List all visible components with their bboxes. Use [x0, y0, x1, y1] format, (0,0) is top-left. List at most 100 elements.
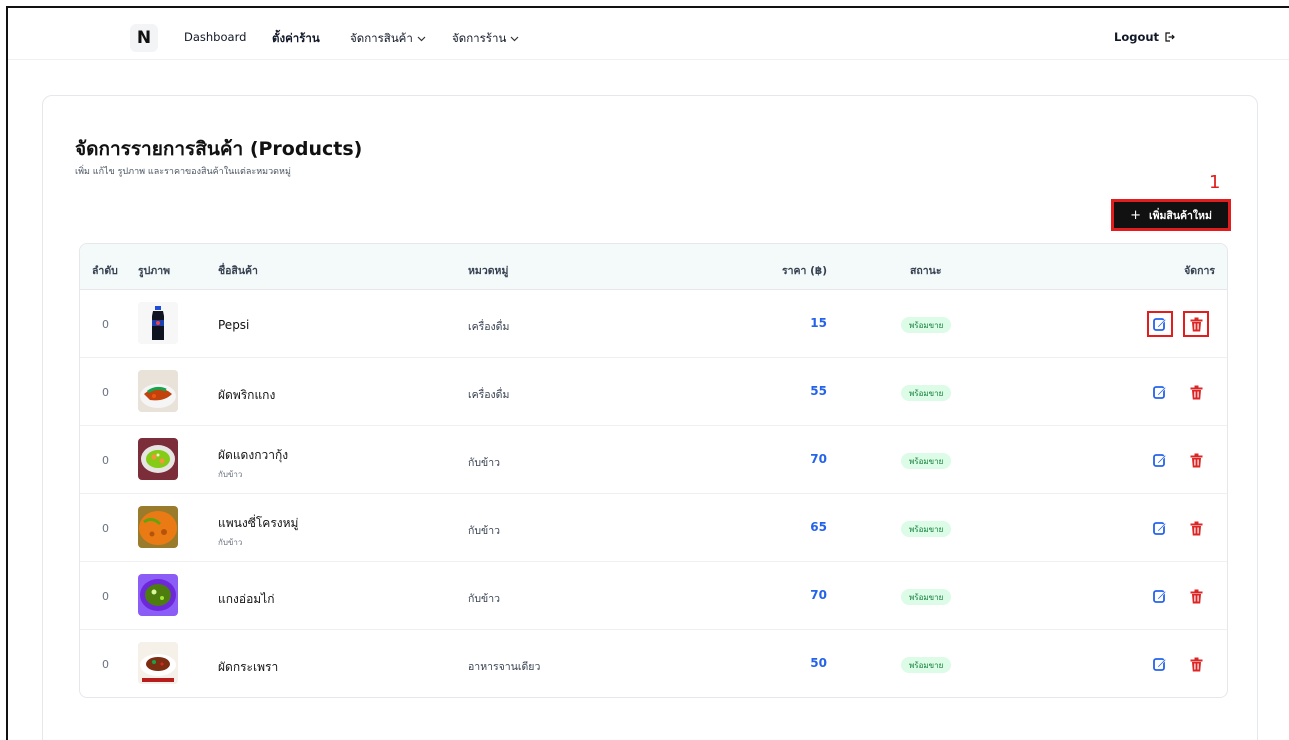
- logout-icon: [1163, 31, 1175, 43]
- edit-button[interactable]: [1150, 450, 1170, 470]
- table-row: 0 ผัดกระเพรา อาหารจานเดียว 50 พร้อมขาย: [80, 630, 1227, 697]
- product-thumbnail: [138, 574, 178, 616]
- product-thumbnail: [138, 370, 178, 412]
- product-category: อาหารจานเดียว: [468, 661, 541, 673]
- product-name-cell: Pepsi: [218, 318, 249, 332]
- edit-button[interactable]: [1150, 382, 1170, 402]
- col-header-image: รูปภาพ: [138, 265, 171, 277]
- product-category: เครื่องดื่ม: [468, 389, 510, 401]
- products-table: ลำดับ รูปภาพ ชื่อสินค้า หมวดหมู่ ราคา (฿…: [79, 243, 1228, 698]
- edit-icon: [1153, 590, 1167, 603]
- product-category: กับข้าว: [468, 593, 500, 605]
- col-header-index: ลำดับ: [92, 265, 118, 277]
- annotation-marker-1: 1: [1209, 172, 1221, 193]
- product-thumbnail: [138, 642, 178, 684]
- product-name-cell: ผัดกระเพรา: [218, 658, 278, 677]
- row-index: 0: [102, 318, 109, 331]
- page-subtitle: เพิ่ม แก้ไข รูปภาพ และราคาของสินค้าในแต่…: [75, 167, 291, 177]
- product-subcategory: กับข้าว: [218, 538, 243, 547]
- products-card: จัดการรายการสินค้า (Products) เพิ่ม แก้ไ…: [42, 95, 1258, 740]
- nav-store-settings-label: ตั้งค่าร้าน: [272, 31, 320, 45]
- table-header: ลำดับ รูปภาพ ชื่อสินค้า หมวดหมู่ ราคา (฿…: [80, 244, 1227, 290]
- chevron-down-icon: [510, 36, 519, 42]
- product-name: ผัดกระเพรา: [218, 660, 279, 674]
- delete-button[interactable]: [1186, 450, 1206, 470]
- product-thumbnail: [138, 438, 178, 480]
- col-header-price: ราคา (฿): [781, 265, 827, 277]
- product-category: กับข้าว: [468, 457, 500, 469]
- nav-dashboard[interactable]: Dashboard: [184, 30, 246, 44]
- nav-manage-store[interactable]: จัดการร้าน: [452, 30, 519, 48]
- table-row: 0 แพนงซี่โครงหมู่ กับข้าว กับข้าว 65 พร้…: [80, 494, 1227, 562]
- product-thumbnail: [138, 506, 178, 548]
- product-price: 55: [810, 384, 827, 398]
- table-row: 0 ผัดแดงกวากุ้ง กับข้าว กับข้าว 70 พร้อม…: [80, 426, 1227, 494]
- product-name-cell: ผัดพริกแกง: [218, 386, 275, 405]
- app-window: N Dashboard ตั้งค่าร้าน จัดการสินค้า จัด…: [6, 6, 1289, 740]
- row-index: 0: [102, 386, 109, 399]
- nav-manage-products-label: จัดการสินค้า: [350, 31, 413, 45]
- product-thumbnail: [138, 302, 178, 344]
- nav-dashboard-label: Dashboard: [184, 30, 247, 44]
- edit-icon: [1153, 318, 1167, 331]
- edit-button[interactable]: [1147, 311, 1173, 337]
- product-name: แพนงซี่โครงหมู่: [218, 516, 299, 530]
- trash-icon: [1190, 657, 1202, 671]
- delete-button[interactable]: [1186, 518, 1206, 538]
- col-header-actions: จัดการ: [1184, 265, 1215, 277]
- trash-icon: [1190, 521, 1202, 535]
- edit-icon: [1153, 522, 1167, 535]
- status-badge: พร้อมขาย: [901, 385, 952, 401]
- row-index: 0: [102, 590, 109, 603]
- status-badge: พร้อมขาย: [901, 657, 952, 673]
- product-name-cell: แพนงซี่โครงหมู่ กับข้าว: [218, 514, 298, 549]
- col-header-name: ชื่อสินค้า: [218, 265, 258, 277]
- top-navbar: N Dashboard ตั้งค่าร้าน จัดการสินค้า จัด…: [8, 8, 1289, 60]
- table-row: 0 ผัดพริกแกง เครื่องดื่ม 55 พร้อมขาย: [80, 358, 1227, 426]
- delete-button[interactable]: [1183, 311, 1209, 337]
- edit-icon: [1153, 658, 1167, 671]
- table-row: 0 แกงอ่อมไก่ กับข้าว 70 พร้อมขาย: [80, 562, 1227, 630]
- delete-button[interactable]: [1186, 586, 1206, 606]
- nav-manage-store-label: จัดการร้าน: [452, 31, 507, 45]
- trash-icon: [1190, 385, 1202, 399]
- product-name: Pepsi: [218, 318, 250, 332]
- brand-logo[interactable]: N: [130, 24, 158, 52]
- col-header-status: สถานะ: [910, 265, 942, 277]
- product-price: 50: [810, 656, 827, 670]
- product-name-cell: ผัดแดงกวากุ้ง กับข้าว: [218, 446, 288, 481]
- status-badge: พร้อมขาย: [901, 453, 952, 469]
- product-price: 15: [810, 316, 827, 330]
- status-badge: พร้อมขาย: [901, 521, 952, 537]
- col-header-category: หมวดหมู่: [468, 265, 509, 277]
- product-name: ผัดแดงกวากุ้ง: [218, 448, 289, 462]
- trash-icon: [1190, 317, 1202, 331]
- edit-button[interactable]: [1150, 586, 1170, 606]
- product-price: 70: [810, 452, 827, 466]
- product-category: เครื่องดื่ม: [468, 321, 510, 333]
- row-index: 0: [102, 522, 109, 535]
- delete-button[interactable]: [1186, 382, 1206, 402]
- nav-manage-products[interactable]: จัดการสินค้า: [350, 30, 426, 48]
- trash-icon: [1190, 453, 1202, 467]
- add-product-button[interactable]: + เพิ่มสินค้าใหม่: [1111, 199, 1231, 231]
- product-subcategory: กับข้าว: [218, 470, 243, 479]
- nav-store-settings[interactable]: ตั้งค่าร้าน: [272, 30, 320, 48]
- product-name: ผัดพริกแกง: [218, 388, 276, 402]
- row-index: 0: [102, 454, 109, 467]
- edit-button[interactable]: [1150, 654, 1170, 674]
- plus-icon: +: [1130, 207, 1141, 223]
- edit-button[interactable]: [1150, 518, 1170, 538]
- table-row: 0 Pepsi เครื่องดื่ม 15 พร้อมขาย: [80, 290, 1227, 358]
- status-badge: พร้อมขาย: [901, 317, 952, 333]
- product-price: 65: [810, 520, 827, 534]
- logout-label: Logout: [1114, 30, 1160, 44]
- edit-icon: [1153, 386, 1167, 399]
- logout-button[interactable]: Logout: [1114, 30, 1175, 44]
- product-category: กับข้าว: [468, 525, 500, 537]
- edit-icon: [1153, 454, 1167, 467]
- status-badge: พร้อมขาย: [901, 589, 952, 605]
- delete-button[interactable]: [1186, 654, 1206, 674]
- product-price: 70: [810, 588, 827, 602]
- row-index: 0: [102, 658, 109, 671]
